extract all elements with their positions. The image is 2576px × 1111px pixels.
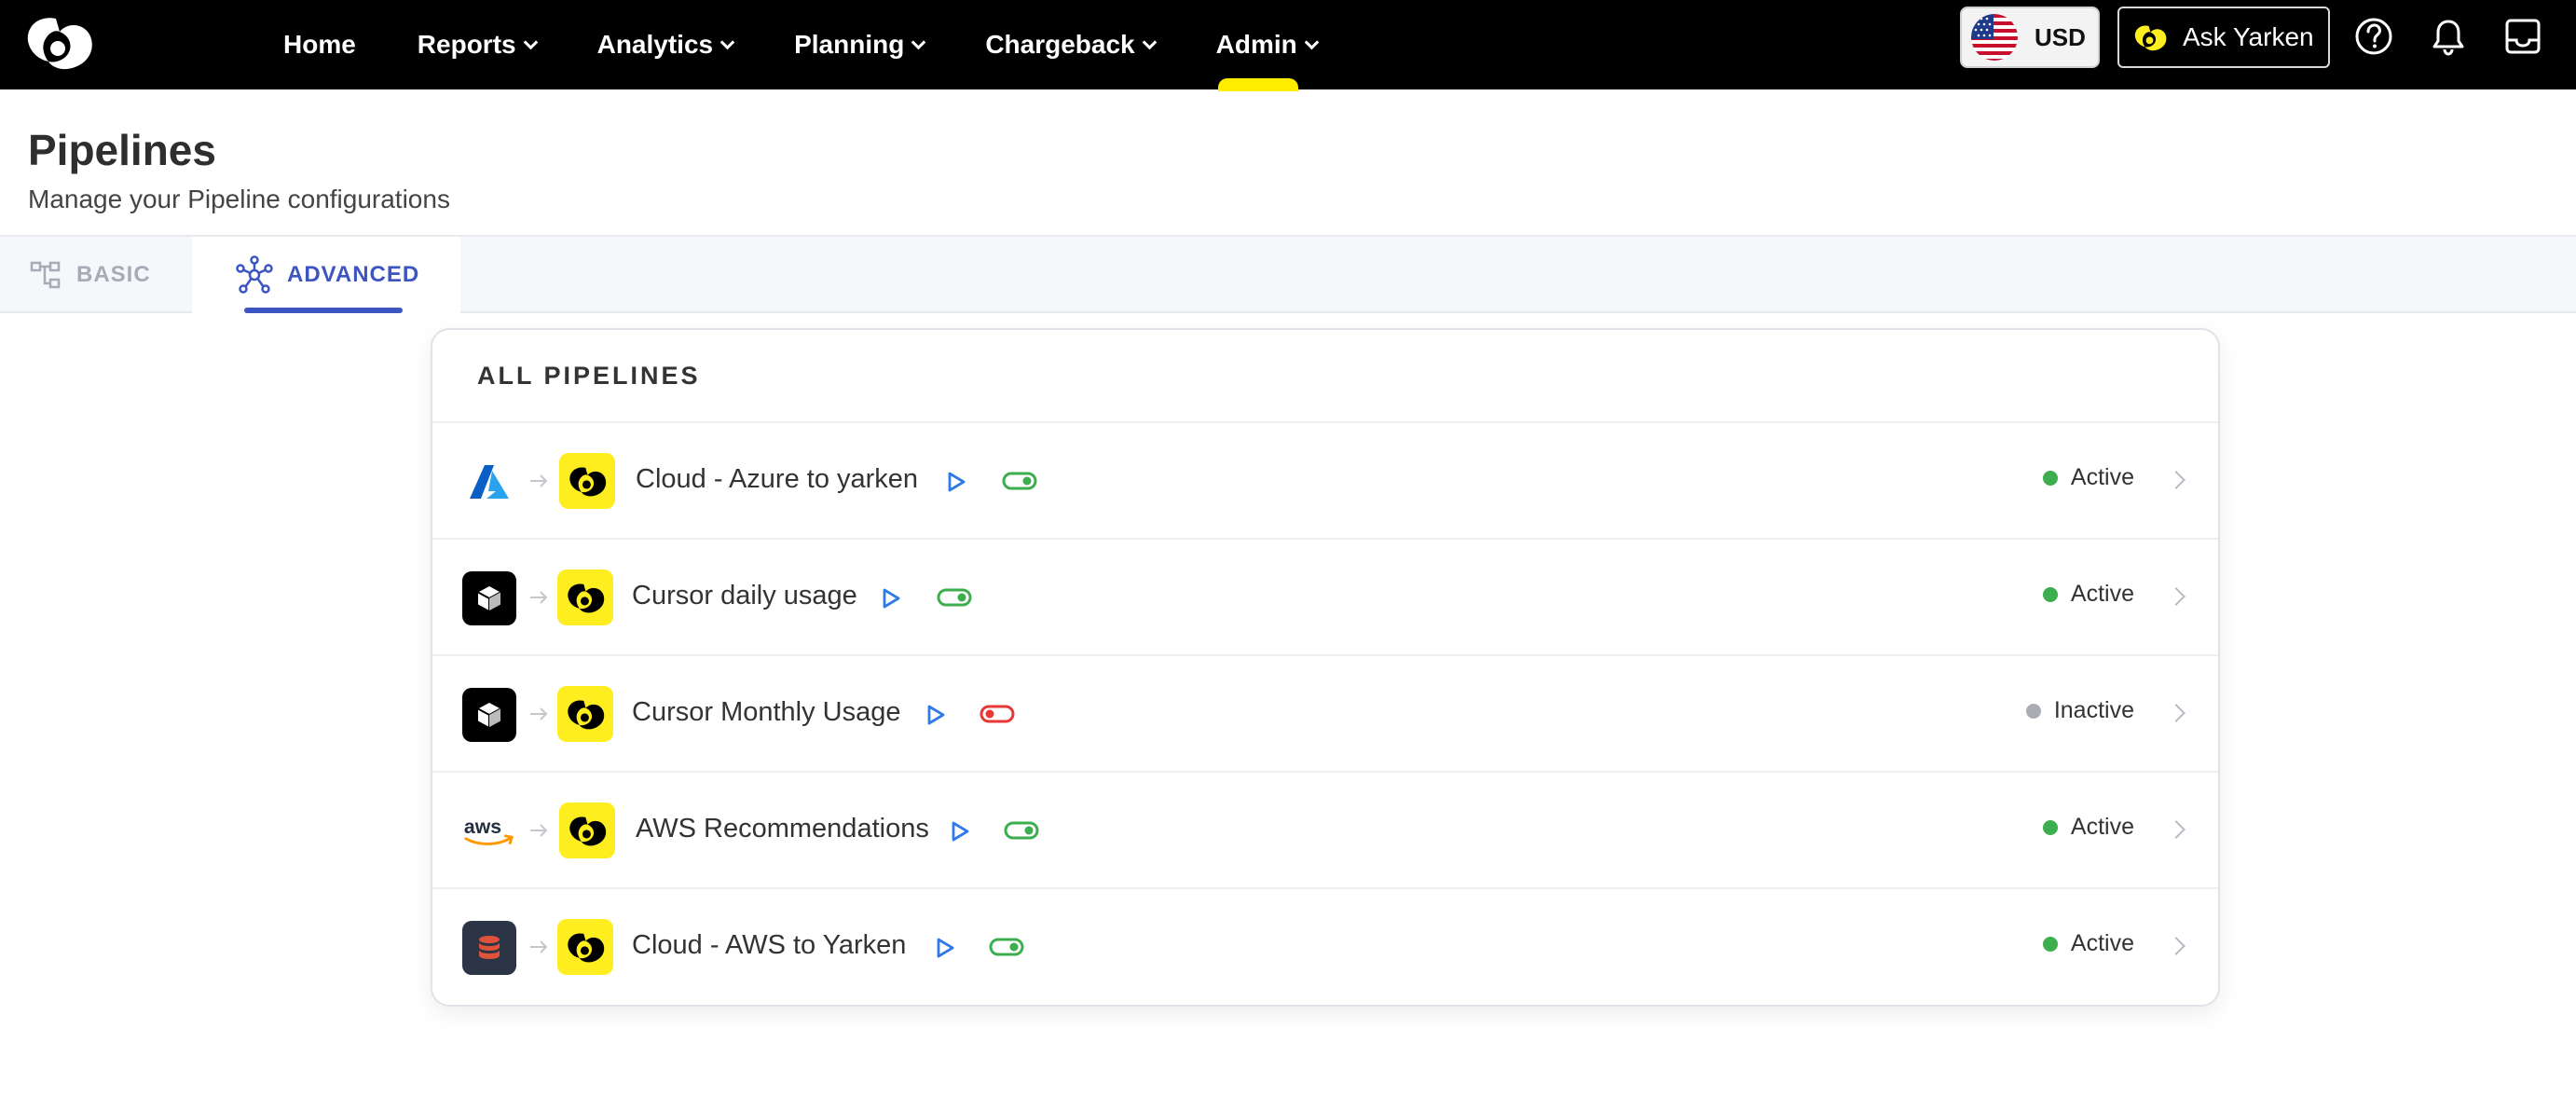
svg-text:aws: aws: [464, 816, 501, 838]
nav-planning[interactable]: Planning: [794, 0, 926, 89]
arrow-right-icon: [530, 707, 548, 720]
toggle-on-icon[interactable]: [1003, 817, 1040, 844]
toggle-off-icon[interactable]: [979, 701, 1016, 727]
nav-chargeback[interactable]: Chargeback: [985, 0, 1157, 89]
nav-home[interactable]: Home: [283, 0, 356, 89]
pipeline-name: Cursor Monthly Usage: [632, 697, 901, 727]
main-nav: Home Reports Analytics Planning Chargeba…: [283, 0, 1378, 91]
network-graph-icon: [236, 255, 273, 294]
pipeline-mode-tabs: BASIC ADVANCED: [0, 237, 2576, 313]
status-label: Active: [2070, 581, 2134, 607]
status-badge: Inactive: [2025, 697, 2134, 724]
cursor-icon: [462, 688, 516, 742]
pipeline-row[interactable]: Cloud - AWS to Yarken Active: [432, 889, 2218, 1005]
page-title: Pipelines: [28, 126, 216, 174]
pipeline-row[interactable]: Cloud - Azure to yarken Active: [432, 423, 2218, 540]
nav-analytics[interactable]: Analytics: [596, 0, 735, 89]
nav-planning-label: Planning: [794, 30, 905, 59]
arrow-right-icon: [530, 591, 548, 604]
status-badge: Active: [2042, 930, 2134, 957]
aws-icon: aws: [462, 804, 516, 858]
chevron-right-icon: [2167, 471, 2185, 489]
nav-reports-label: Reports: [417, 30, 516, 59]
chevron-right-icon: [2167, 587, 2185, 606]
status-dot: [2042, 586, 2058, 602]
ask-yarken-button[interactable]: Ask Yarken: [2117, 7, 2330, 68]
tab-advanced[interactable]: ADVANCED: [192, 237, 460, 313]
pipeline-name: Cloud - Azure to yarken: [636, 464, 919, 494]
nav-admin[interactable]: Admin: [1215, 0, 1320, 91]
currency-selector-button[interactable]: USD: [1960, 7, 2100, 68]
arrow-right-icon: [530, 940, 548, 953]
play-icon[interactable]: [934, 936, 956, 960]
tab-advanced-label: ADVANCED: [287, 262, 420, 287]
nav-chargeback-label: Chargeback: [985, 30, 1135, 59]
tab-basic[interactable]: BASIC: [30, 237, 151, 313]
active-nav-indicator: [1217, 78, 1298, 91]
play-icon[interactable]: [880, 586, 902, 610]
all-pipelines-card: ALL PIPELINES Cloud - Azure to yarken Ac…: [431, 328, 2220, 1007]
yarken-logo-icon: [559, 453, 615, 509]
hierarchy-icon: [30, 261, 61, 289]
ask-yarken-label: Ask Yarken: [2183, 22, 2314, 51]
chevron-right-icon: [2167, 704, 2185, 722]
nav-reports[interactable]: Reports: [417, 0, 538, 89]
top-navigation-bar: Home Reports Analytics Planning Chargeba…: [0, 0, 2576, 91]
status-label: Active: [2070, 464, 2134, 490]
chevron-down-icon: [1304, 34, 1320, 49]
toggle-on-icon[interactable]: [936, 584, 973, 610]
cursor-icon: [462, 571, 516, 625]
arrow-right-icon: [530, 474, 548, 487]
chevron-down-icon: [911, 34, 926, 49]
status-badge: Active: [2042, 814, 2134, 841]
status-badge: Active: [2042, 464, 2134, 491]
play-icon[interactable]: [949, 819, 971, 844]
all-pipelines-heading: ALL PIPELINES: [432, 330, 2218, 423]
chevron-right-icon: [2167, 820, 2185, 839]
azure-icon: [462, 455, 516, 509]
nav-admin-label: Admin: [1215, 30, 1297, 59]
yarken-logo-icon[interactable]: [22, 13, 95, 71]
bell-icon[interactable]: [2427, 15, 2470, 58]
status-dot: [2042, 470, 2058, 486]
yarken-logo-icon: [557, 919, 613, 975]
pipeline-name: AWS Recommendations: [636, 814, 929, 844]
pipeline-row[interactable]: Cursor daily usage Active: [432, 540, 2218, 656]
inbox-icon[interactable]: [2501, 15, 2544, 58]
status-dot: [2025, 703, 2041, 719]
status-label: Active: [2070, 930, 2134, 956]
help-circle-icon[interactable]: [2352, 15, 2395, 58]
play-icon[interactable]: [945, 470, 967, 494]
play-icon[interactable]: [925, 703, 947, 727]
toggle-on-icon[interactable]: [1001, 468, 1038, 494]
tab-basic-label: BASIC: [76, 262, 151, 287]
yarken-logo-icon: [557, 569, 613, 625]
selected-tab-indicator: [244, 308, 403, 313]
arrow-right-icon: [530, 824, 548, 837]
toggle-on-icon[interactable]: [988, 934, 1025, 960]
yarken-logo-icon: [557, 686, 613, 742]
chevron-down-icon: [1142, 34, 1157, 49]
currency-label: USD: [2035, 22, 2086, 51]
database-icon: [462, 921, 516, 975]
page-subtitle: Manage your Pipeline configurations: [28, 185, 450, 213]
pipeline-row[interactable]: aws AWS Recommendations Active: [432, 773, 2218, 889]
chevron-down-icon: [523, 34, 538, 49]
status-label: Active: [2070, 814, 2134, 840]
pipeline-name: Cursor daily usage: [632, 581, 857, 610]
pipeline-name: Cloud - AWS to Yarken: [632, 930, 907, 960]
status-badge: Active: [2042, 581, 2134, 608]
chevron-down-icon: [719, 34, 735, 49]
nav-analytics-label: Analytics: [596, 30, 714, 59]
pipeline-row[interactable]: Cursor Monthly Usage Inactive: [432, 656, 2218, 773]
status-label: Inactive: [2053, 697, 2134, 723]
status-dot: [2042, 819, 2058, 835]
yarken-logo-icon: [2134, 25, 2167, 51]
nav-home-label: Home: [283, 30, 356, 59]
chevron-right-icon: [2167, 937, 2185, 955]
yarken-logo-icon: [559, 802, 615, 858]
status-dot: [2042, 936, 2058, 952]
us-flag-icon: [1971, 14, 2018, 61]
